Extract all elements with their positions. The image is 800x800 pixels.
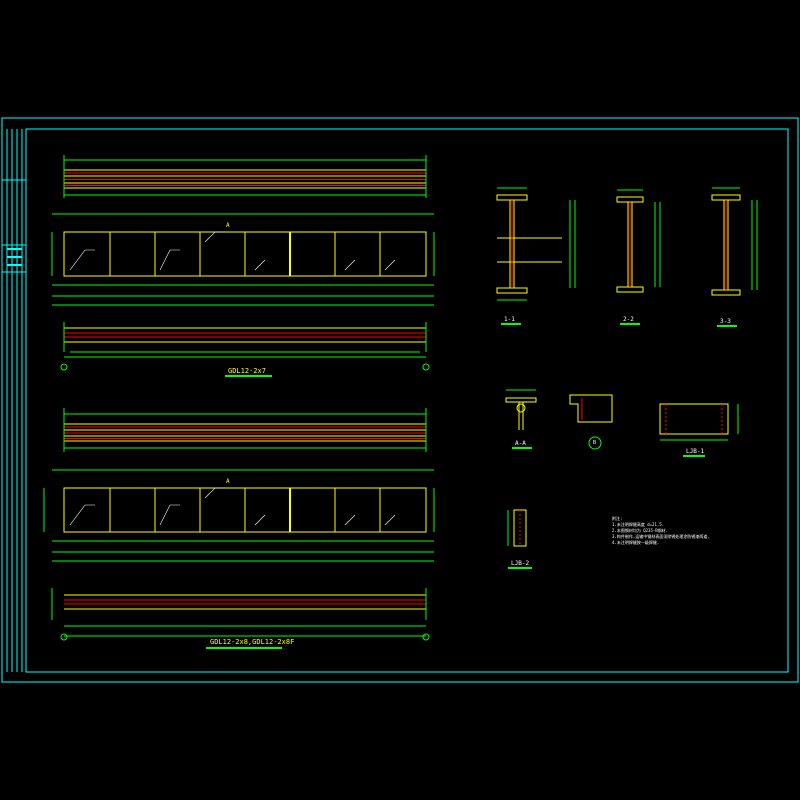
general-notes: 附注: 1.未注明焊缝高度 d=21.5. 2.本图钢材均为 Q235-B钢材.…: [612, 516, 710, 546]
section-3-3: [711, 187, 758, 296]
section-mark-a-bottom: A: [226, 478, 230, 485]
title-section-2-2: 2-2: [623, 316, 634, 323]
beam-top-elev-leaders: [69, 231, 396, 271]
detail-b: [569, 394, 613, 450]
beam-bottom-section-strip: [51, 588, 430, 641]
title-detail-a-a: A-A: [515, 440, 526, 447]
detail-a-a: [505, 389, 537, 430]
title-underlines: [206, 323, 737, 649]
title-detail-ljb1: LJB-1: [686, 448, 705, 455]
drawing-frame: [1, 117, 799, 683]
title-detail-b: B: [593, 440, 597, 446]
title-detail-ljb2: LJB-2: [511, 560, 530, 567]
title-section-1-1: 1-1: [504, 316, 515, 323]
section-mark-a-top: A: [226, 222, 230, 229]
title-beam-top: GDL12-2x7: [228, 367, 266, 375]
cad-drawing-canvas: [1, 117, 799, 683]
beam-top-elev-dims: [51, 213, 435, 306]
notes-line-4: 4.未注明焊缝按一级焊缝.: [612, 540, 660, 545]
beam-bottom-plan: [63, 408, 427, 452]
beam-top-elevation: [51, 213, 435, 306]
beam-top-stiffeners: [109, 232, 381, 276]
beam-top-section-strip: [60, 322, 430, 371]
section-1-1: [496, 187, 576, 301]
detail-ljb2: [507, 509, 527, 547]
beam-top-plan-rebar: [64, 172, 426, 186]
section-2-2: [616, 189, 661, 293]
detail-ljb1: [659, 403, 739, 441]
title-beam-bottom: GDL12-2x8,GDL12-2x8F: [210, 638, 295, 646]
title-section-3-3: 3-3: [720, 318, 731, 325]
title-block-cells: [7, 248, 22, 266]
beam-top-plan: [63, 155, 427, 198]
beam-bottom-elevation: [43, 469, 435, 562]
